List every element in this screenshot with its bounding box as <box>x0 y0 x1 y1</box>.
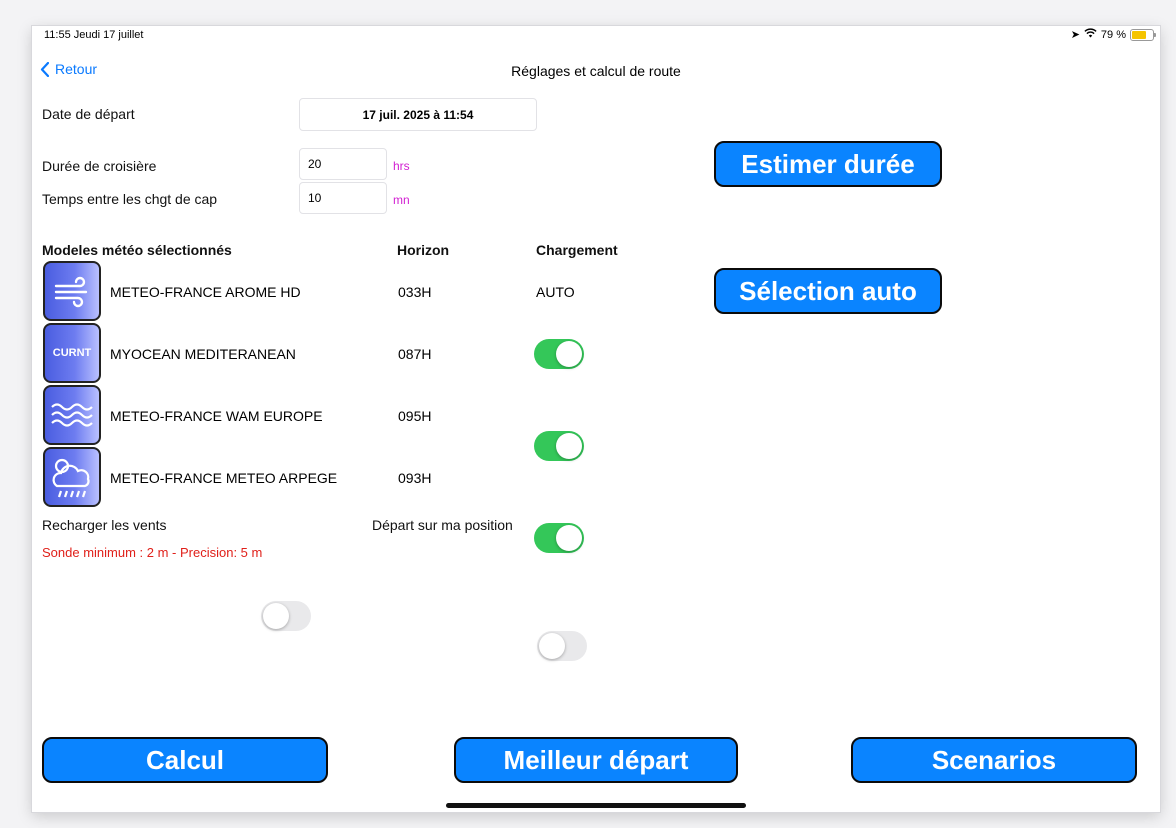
toggle-knob <box>263 603 289 629</box>
model-horizon: 087H <box>398 346 432 362</box>
cloud-rain-icon <box>43 447 101 507</box>
model-name: METEO-FRANCE AROME HD <box>110 284 301 300</box>
scenarios-button[interactable]: Scenarios <box>851 737 1137 783</box>
estimate-duration-button[interactable]: Estimer durée <box>714 141 942 187</box>
battery-icon <box>1130 28 1156 41</box>
heading-change-label: Temps entre les chgt de cap <box>42 191 218 207</box>
model-horizon: 093H <box>398 470 432 486</box>
battery-fill <box>1132 30 1146 39</box>
reload-winds-label: Recharger les vents <box>42 517 167 533</box>
wifi-icon <box>1084 28 1097 41</box>
model-name: MYOCEAN MEDITERANEAN <box>110 346 296 362</box>
toggle-knob <box>556 341 582 367</box>
heading-change-unit: mn <box>393 193 410 207</box>
toggle-knob <box>556 433 582 459</box>
home-indicator[interactable] <box>446 803 746 808</box>
reload-winds-toggle[interactable] <box>261 601 311 631</box>
loading-header: Chargement <box>536 242 618 258</box>
model-loading-auto: AUTO <box>536 284 575 300</box>
depart-position-toggle[interactable] <box>537 631 587 661</box>
depart-position-label: Départ sur ma position <box>372 517 513 533</box>
date-picker[interactable]: 17 juil. 2025 à 11:54 <box>299 98 537 131</box>
wind-icon <box>43 261 101 321</box>
status-time-date: 11:55 Jeudi 17 juillet <box>44 29 144 41</box>
toggle-knob <box>539 633 565 659</box>
duration-label: Durée de croisière <box>42 158 157 174</box>
current-icon: CURNT <box>43 323 101 383</box>
calc-button[interactable]: Calcul <box>42 737 328 783</box>
model-horizon: 095H <box>398 408 432 424</box>
horizon-header: Horizon <box>397 242 450 258</box>
toggle-knob <box>556 525 582 551</box>
model-name: METEO-FRANCE METEO ARPEGE <box>110 470 338 486</box>
duration-unit: hrs <box>393 159 410 173</box>
heading-change-input[interactable]: 10 <box>299 182 387 214</box>
best-departure-button[interactable]: Meilleur départ <box>454 737 738 783</box>
models-header: Modeles météo sélectionnés <box>42 242 232 258</box>
location-arrow-icon: ➤ <box>1070 29 1080 41</box>
app-window: 11:55 Jeudi 17 juillet ➤ 79 % Retour Rég… <box>32 26 1160 812</box>
model-toggle[interactable] <box>534 431 584 461</box>
model-toggle[interactable] <box>534 523 584 553</box>
page-title: Réglages et calcul de route <box>511 63 681 79</box>
date-label: Date de départ <box>42 106 135 122</box>
status-right-group: ➤ 79 % <box>1070 28 1156 41</box>
duration-input[interactable]: 20 <box>299 148 387 180</box>
current-icon-text: CURNT <box>52 347 92 359</box>
auto-select-button[interactable]: Sélection auto <box>714 268 942 314</box>
sonde-info: Sonde minimum : 2 m - Precision: 5 m <box>42 545 263 560</box>
battery-text: 79 % <box>1100 28 1126 41</box>
model-toggle[interactable] <box>534 339 584 369</box>
model-horizon: 033H <box>398 284 432 300</box>
waves-icon <box>43 385 101 445</box>
model-name: METEO-FRANCE WAM EUROPE <box>110 408 323 424</box>
